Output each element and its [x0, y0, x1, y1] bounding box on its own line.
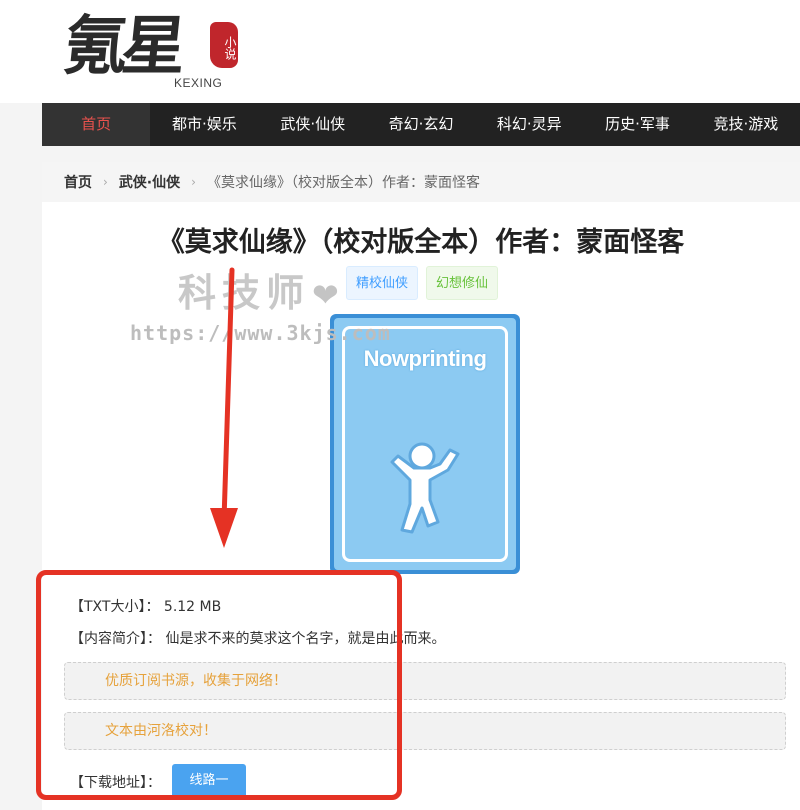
notice-source: 优质订阅书源，收集于网络！ — [64, 662, 786, 700]
nav-item-home[interactable]: 首页 — [42, 103, 151, 146]
nav-item-games[interactable]: 竞技·游戏 — [692, 103, 800, 146]
chevron-right-icon: › — [191, 175, 196, 189]
intro-row: 【内容简介】： 仙是求不来的莫求这个名字，就是由此而来。 — [70, 628, 445, 648]
breadcrumb: 首页 › 武侠·仙侠 › 《莫求仙缘》（校对版全本）作者：蒙面怪客 — [42, 162, 800, 202]
chevron-right-icon: › — [103, 175, 108, 189]
book-cover: Nowprinting — [330, 314, 520, 574]
breadcrumb-category[interactable]: 武侠·仙侠 — [119, 172, 180, 192]
book-detail-card: 首页 › 武侠·仙侠 › 《莫求仙缘》（校对版全本）作者：蒙面怪客 《莫求仙缘》… — [42, 162, 800, 810]
intro-value: 仙是求不来的莫求这个名字，就是由此而来。 — [165, 631, 446, 647]
download-line-1-button[interactable]: 线路一 — [172, 764, 246, 798]
nav-item-fantasy[interactable]: 奇幻·玄幻 — [367, 103, 475, 146]
tag-huanxiang-xiuxian[interactable]: 幻想修仙 — [426, 266, 499, 300]
site-header: 氪星 小说 KEXING — [0, 0, 800, 103]
logo-subtitle: KEXING — [174, 76, 223, 90]
nav-item-wuxia[interactable]: 武侠·仙侠 — [259, 103, 367, 146]
intro-label: 【内容简介】： — [70, 631, 161, 647]
logo-text: 氪星 — [60, 9, 184, 84]
logo-seal: 小说 — [210, 22, 238, 68]
breadcrumb-current: 《莫求仙缘》（校对版全本）作者：蒙面怪客 — [206, 175, 480, 191]
site-logo[interactable]: 氪星 小说 KEXING — [60, 0, 252, 100]
cover-placeholder-text: Nowprinting — [363, 346, 487, 371]
main-nav: 首页 都市·娱乐 武侠·仙侠 奇幻·玄幻 科幻·灵异 历史·军事 竞技·游戏 — [42, 103, 800, 146]
book-tags: 精校仙侠 幻想修仙 — [346, 266, 499, 300]
breadcrumb-home[interactable]: 首页 — [64, 172, 92, 192]
notice-proofread: 文本由河洛校对！ — [64, 712, 786, 750]
nav-item-history[interactable]: 历史·军事 — [583, 103, 691, 146]
nav-item-scifi[interactable]: 科幻·灵异 — [475, 103, 583, 146]
page-title: 《莫求仙缘》（校对版全本）作者：蒙面怪客 — [157, 227, 685, 258]
dancing-figure-icon — [390, 442, 460, 534]
txt-size-label: 【TXT大小】： — [70, 599, 160, 615]
txt-size-row: 【TXT大小】： 5.12 MB — [70, 596, 221, 616]
txt-size-value: 5.12 MB — [163, 599, 222, 615]
tag-jingxiao-xianxia[interactable]: 精校仙侠 — [346, 266, 419, 300]
nav-item-urban[interactable]: 都市·娱乐 — [150, 103, 258, 146]
download-label: 【下载地址】： — [70, 775, 161, 791]
